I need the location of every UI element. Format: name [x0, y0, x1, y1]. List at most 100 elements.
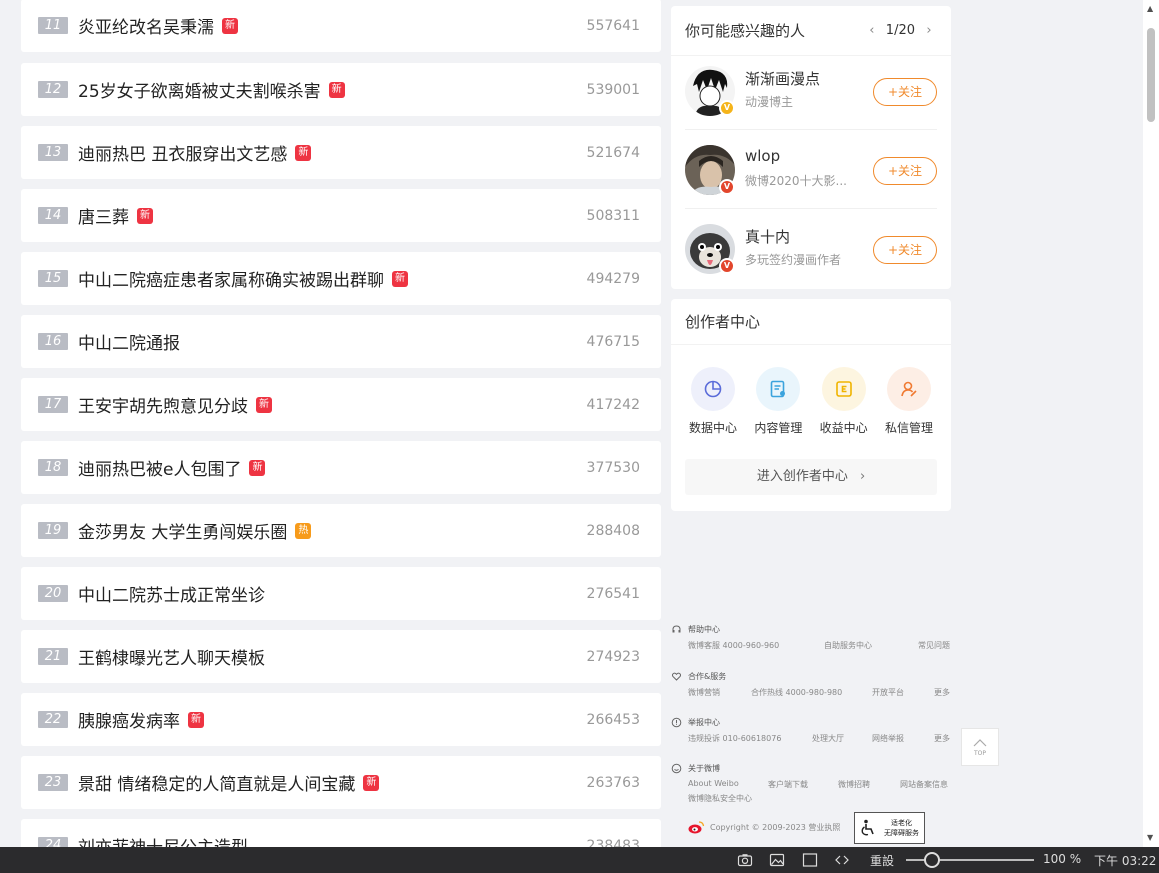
- person-name[interactable]: 真十内: [745, 226, 790, 247]
- info-circle-icon: [671, 717, 682, 728]
- suggest-person[interactable]: V 渐渐画漫点 动漫博主 +关注: [685, 60, 937, 120]
- footer-about-head: 关于微博: [671, 763, 956, 774]
- footer-link[interactable]: 处理大厅: [812, 733, 844, 744]
- chevron-right-icon: ›: [859, 469, 866, 484]
- prev-page-icon[interactable]: ‹: [864, 23, 880, 38]
- data-pie-icon[interactable]: [691, 367, 735, 411]
- next-page-icon[interactable]: ›: [921, 23, 937, 38]
- footer-help-title: 帮助中心: [688, 625, 720, 634]
- window-icon[interactable]: [802, 852, 818, 868]
- creator-header: 创作者中心: [671, 299, 951, 345]
- follow-button[interactable]: +关注: [873, 78, 937, 106]
- scroll-up-icon[interactable]: ▲: [1147, 4, 1153, 13]
- hot-search-row[interactable]: 13 迪丽热巴 丑衣服穿出文艺感新 521674: [21, 126, 661, 179]
- tool-message-manage[interactable]: 私信管理: [881, 367, 937, 436]
- footer-link[interactable]: 违规投诉 010-60618076: [688, 733, 781, 744]
- tool-income-center[interactable]: 收益中心: [816, 367, 872, 436]
- new-badge: 新: [188, 711, 204, 728]
- footer-link[interactable]: 网络举报: [872, 733, 904, 744]
- rank-number: 12: [38, 81, 68, 98]
- footer-about-title: 关于微博: [688, 764, 720, 773]
- tool-data-center[interactable]: 数据中心: [685, 367, 741, 436]
- hot-search-row[interactable]: 18 迪丽热巴被e人包围了新 377530: [21, 441, 661, 494]
- footer-link[interactable]: 常见问题: [918, 640, 950, 651]
- footer-link[interactable]: 微博客服 4000-960-960: [688, 640, 779, 651]
- hot-topic-title[interactable]: 金莎男友 大学生勇闯娱乐圈: [78, 518, 287, 543]
- camera-icon[interactable]: [737, 852, 753, 868]
- hot-topic-title[interactable]: 景甜 情绪稳定的人简直就是人间宝藏: [78, 770, 355, 795]
- hot-search-row[interactable]: 11 炎亚纶改名吴秉濡新 557641: [21, 0, 661, 52]
- footer-link[interactable]: 网站备案信息: [900, 779, 948, 790]
- enter-creator-center-button[interactable]: 进入创作者中心 ›: [685, 459, 937, 495]
- suggest-people-card: 你可能感兴趣的人 ‹ 1/20 › V 渐渐画漫点 动漫博主 +关注 V wlo…: [671, 6, 951, 289]
- hot-search-row[interactable]: 17 王安宇胡先煦意见分歧新 417242: [21, 378, 661, 431]
- footer-link[interactable]: 微博营销: [688, 687, 720, 698]
- person-desc: 多玩签约漫画作者: [745, 253, 842, 267]
- follow-button[interactable]: +关注: [873, 236, 937, 264]
- hot-search-row[interactable]: 22 胰腺癌发病率新 266453: [21, 693, 661, 746]
- person-name[interactable]: wlop: [745, 147, 780, 165]
- hot-search-row[interactable]: 14 唐三葬新 508311: [21, 189, 661, 242]
- tool-label: 私信管理: [884, 421, 933, 435]
- hot-search-row[interactable]: 15 中山二院癌症患者家属称确实被踢出群聊新 494279: [21, 252, 661, 305]
- suggest-title: 你可能感兴趣的人: [685, 22, 806, 40]
- zoom-slider-knob[interactable]: [924, 852, 940, 868]
- hot-search-row[interactable]: 21 王鹤棣曝光艺人聊天模板 274923: [21, 630, 661, 683]
- hot-topic-title[interactable]: 迪丽热巴被e人包围了: [78, 455, 241, 480]
- back-to-top-button[interactable]: TOP: [961, 728, 999, 766]
- hot-topic-title[interactable]: 炎亚纶改名吴秉濡: [78, 13, 214, 38]
- footer-link[interactable]: 自助服务中心: [824, 640, 872, 651]
- footer-link[interactable]: 更多: [934, 733, 950, 744]
- rank-number: 15: [38, 270, 68, 287]
- scroll-down-icon[interactable]: ▼: [1147, 833, 1153, 842]
- hot-topic-title[interactable]: 25岁女子欲离婚被丈夫割喉杀害: [78, 77, 321, 102]
- tool-content-manage[interactable]: 内容管理: [750, 367, 806, 436]
- wallet-icon[interactable]: [821, 367, 866, 411]
- code-icon[interactable]: [834, 852, 850, 868]
- enter-label: 进入创作者中心: [756, 469, 848, 484]
- footer-link[interactable]: 客户端下载: [768, 779, 808, 790]
- footer-link[interactable]: 微博招聘: [838, 779, 870, 790]
- hot-topic-title[interactable]: 胰腺癌发病率: [78, 707, 180, 732]
- rank-number: 23: [38, 774, 68, 791]
- hot-search-row[interactable]: 12 25岁女子欲离婚被丈夫割喉杀害新 539001: [21, 63, 661, 116]
- person-name[interactable]: 渐渐画漫点: [745, 68, 820, 89]
- new-badge: 新: [295, 144, 312, 161]
- divider: [685, 129, 937, 130]
- footer-link[interactable]: About Weibo: [688, 779, 739, 788]
- footer-link[interactable]: 更多: [934, 687, 950, 698]
- accessibility-line: 适老化: [891, 819, 912, 827]
- footer-report-head: 举报中心: [671, 717, 956, 728]
- new-badge: 新: [363, 774, 380, 791]
- divider: [685, 208, 937, 209]
- hot-topic-title[interactable]: 中山二院通报: [78, 329, 180, 354]
- page-scrollbar[interactable]: ▲ ▼: [1143, 0, 1159, 847]
- footer-link[interactable]: 微博隐私安全中心: [688, 793, 752, 804]
- hot-search-row[interactable]: 23 景甜 情绪稳定的人简直就是人间宝藏新 263763: [21, 756, 661, 809]
- suggest-person[interactable]: V 真十内 多玩签约漫画作者 +关注: [685, 218, 937, 278]
- hot-topic-title[interactable]: 中山二院苏士成正常坐诊: [78, 581, 265, 606]
- scroll-thumb[interactable]: [1147, 28, 1155, 122]
- rank-number: 17: [38, 396, 68, 413]
- hot-search-row[interactable]: 16 中山二院通报 476715: [21, 315, 661, 368]
- hot-search-row[interactable]: 20 中山二院苏士成正常坐诊 276541: [21, 567, 661, 620]
- user-message-icon[interactable]: [886, 367, 931, 411]
- hot-topic-title[interactable]: 王鹤棣曝光艺人聊天模板: [78, 644, 265, 669]
- hot-topic-title[interactable]: 唐三葬: [78, 203, 129, 228]
- follow-button[interactable]: +关注: [873, 157, 937, 185]
- footer-link[interactable]: 开放平台: [872, 687, 904, 698]
- image-icon[interactable]: [769, 852, 785, 868]
- content-doc-icon[interactable]: [756, 367, 801, 411]
- top-label: TOP: [973, 750, 986, 757]
- hot-topic-title[interactable]: 迪丽热巴 丑衣服穿出文艺感: [78, 140, 287, 165]
- new-badge: 新: [392, 270, 408, 287]
- hot-search-row[interactable]: 19 金莎男友 大学生勇闯娱乐圈热 288408: [21, 504, 661, 557]
- accessibility-line: 无障碍服务: [884, 829, 919, 837]
- suggest-person[interactable]: V wlop 微博2020十大影... +关注: [685, 139, 937, 199]
- hot-topic-title[interactable]: 中山二院癌症患者家属称确实被踢出群聊: [78, 266, 384, 291]
- footer-link[interactable]: 合作热线 4000-980-980: [751, 687, 842, 698]
- footer-about: 关于微博 About Weibo 客户端下载 微博招聘 网站备案信息 微博隐私安…: [671, 763, 956, 805]
- reset-zoom-button[interactable]: 重設: [870, 852, 894, 869]
- accessibility-button[interactable]: 适老化 无障碍服务: [854, 812, 925, 844]
- hot-topic-title[interactable]: 王安宇胡先煦意见分歧: [78, 392, 248, 417]
